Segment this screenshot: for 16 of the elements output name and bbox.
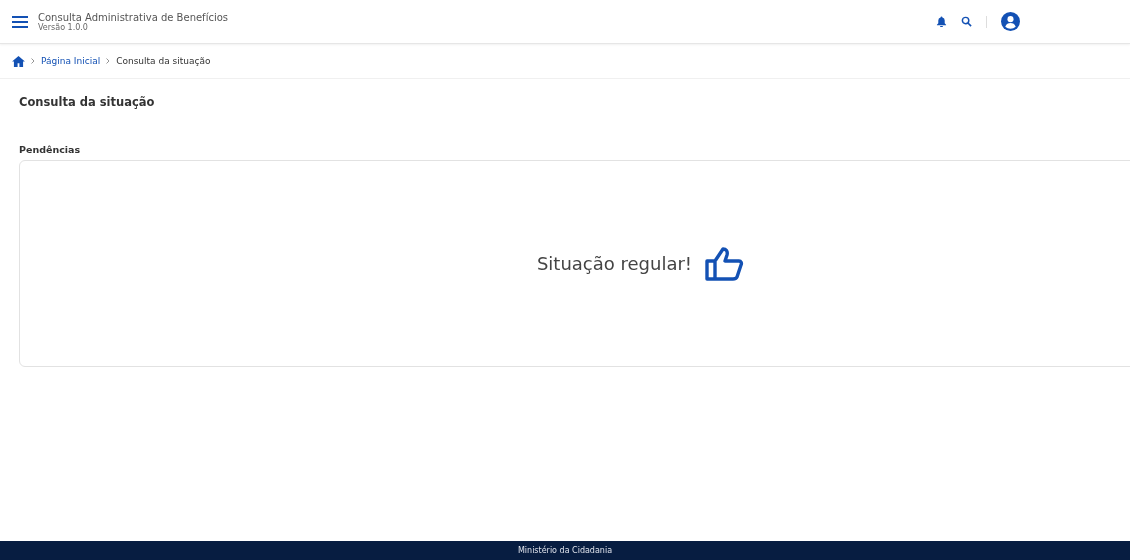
app-title: Consulta Administrativa de Benefícios (38, 11, 229, 23)
notification-icon[interactable] (936, 16, 947, 27)
chevron-icon (106, 58, 111, 64)
page-title: Consulta da situação (19, 95, 156, 109)
chevron-icon (31, 58, 35, 64)
footer-text: Ministério da Cidadania (517, 546, 613, 555)
thumbs-up-icon (704, 245, 745, 282)
home-icon[interactable] (12, 55, 25, 67)
menu-icon[interactable] (12, 15, 28, 28)
search-icon[interactable] (961, 16, 972, 27)
version-label: Versão 1.0.0 (38, 22, 89, 32)
section-title: Pendências (19, 144, 82, 155)
status-message: Situação regular! (536, 253, 693, 274)
user-avatar-icon[interactable] (1001, 12, 1020, 31)
breadcrumb-link[interactable]: Página Inicial (41, 56, 101, 66)
breadcrumb-current: Consulta da situação (116, 56, 211, 66)
